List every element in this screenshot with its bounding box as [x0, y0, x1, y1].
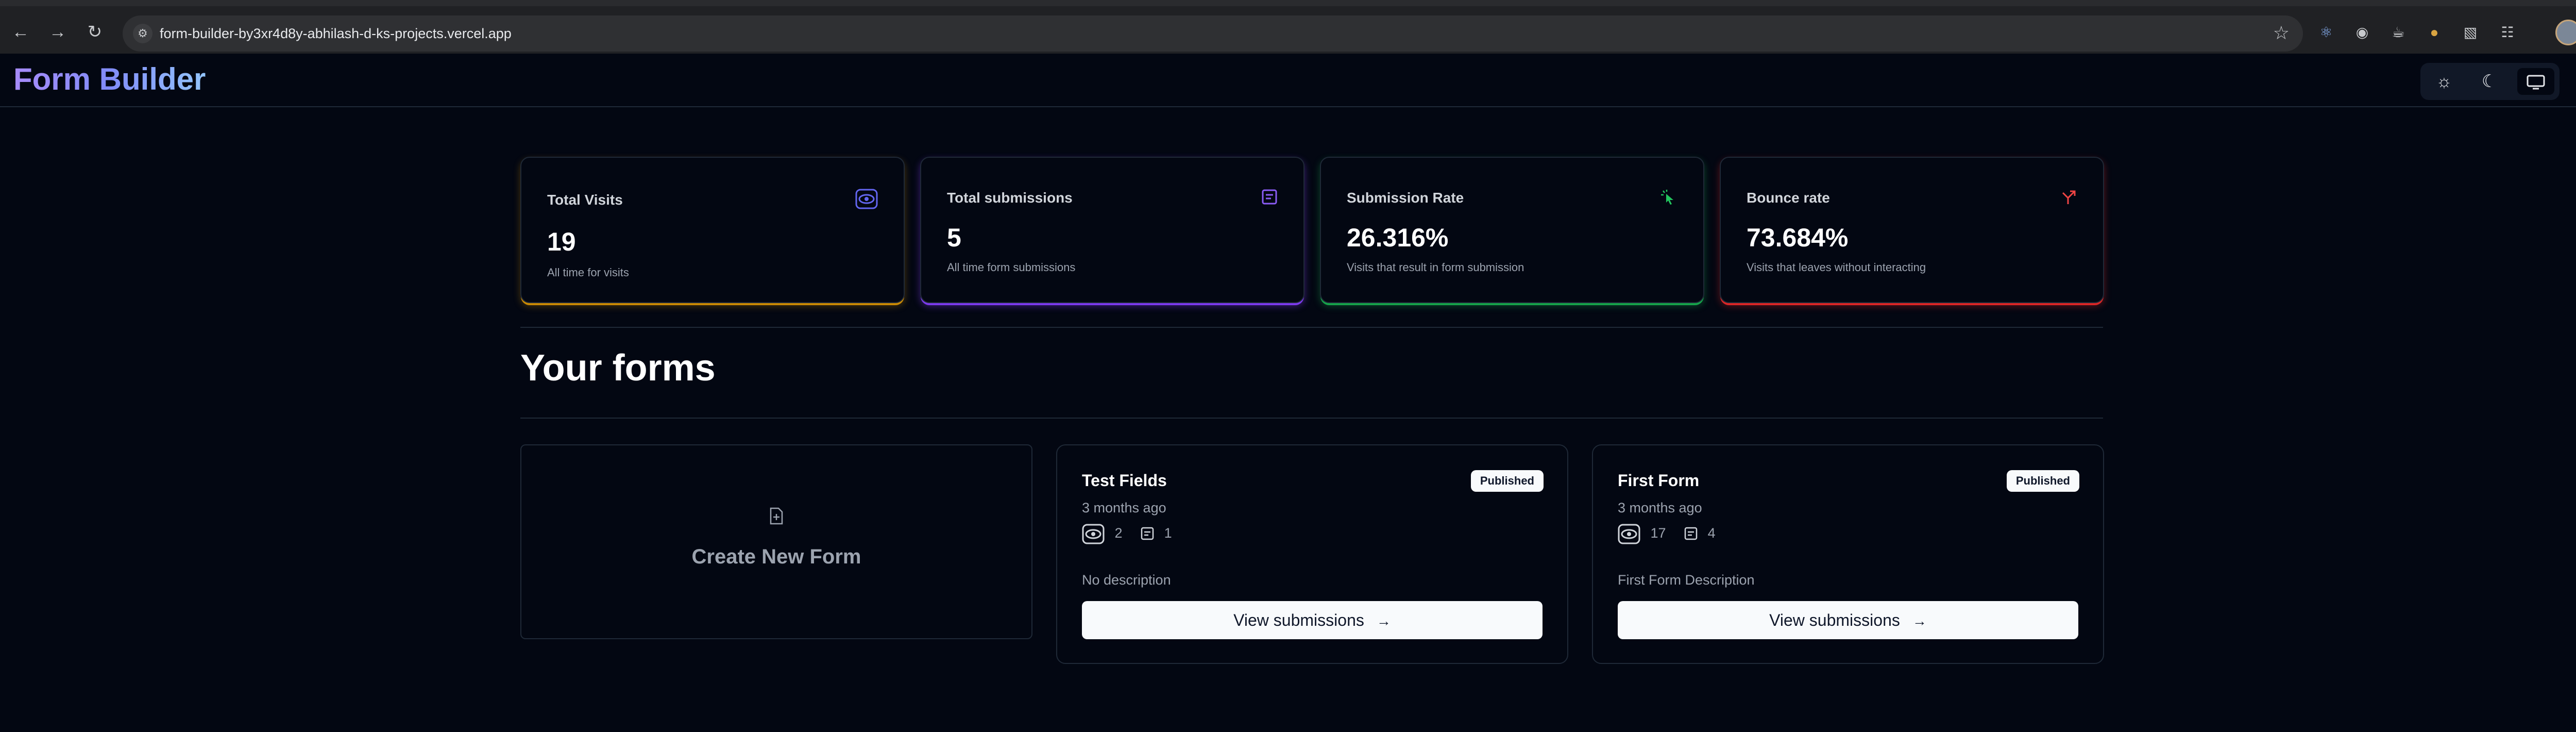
app-logo-title[interactable]: Form Builder — [13, 61, 206, 98]
stat-card-bounce-rate: Bounce rate 73.684% Visits that leaves w… — [1720, 157, 2104, 303]
form-name: Test Fields — [1082, 471, 1167, 490]
stat-value: 26.316% — [1347, 223, 1449, 252]
form-card-first-form: First Form Published 3 months ago 17 4 F… — [1592, 444, 2104, 664]
stat-description: All time form submissions — [947, 261, 1076, 274]
browser-profile-icon[interactable] — [2555, 20, 2576, 45]
visits-count: 2 — [1114, 525, 1123, 541]
reload-icon[interactable]: ↻ — [83, 21, 106, 43]
react-devtools-icon[interactable]: ⚛ — [2315, 22, 2337, 43]
view-submissions-label: View submissions — [1233, 611, 1364, 629]
create-new-form-label: Create New Form — [691, 545, 861, 568]
form-icon — [1141, 522, 1154, 544]
stat-description: All time for visits — [547, 266, 629, 279]
form-stats: 2 1 — [1082, 521, 1172, 544]
site-info-icon[interactable]: ⚙ — [133, 24, 152, 43]
stat-title: Total submissions — [947, 190, 1073, 206]
status-badge: Published — [1470, 470, 1544, 492]
form-description: First Form Description — [1618, 572, 1755, 588]
extension-circle-icon[interactable]: ◉ — [2351, 22, 2373, 43]
view-submissions-button[interactable]: View submissions → — [1618, 601, 2078, 639]
form-icon — [1684, 522, 1698, 544]
eye-icon — [855, 189, 878, 214]
visits-count: 17 — [1650, 525, 1666, 541]
stat-card-total-visits: Total Visits 19 All time for visits — [520, 157, 905, 303]
eye-icon — [1618, 522, 1640, 544]
status-badge: Published — [2006, 470, 2079, 492]
address-bar[interactable]: ⚙ form-builder-by3xr4d8y-abhilash-d-ks-p… — [123, 15, 2303, 52]
browser-toolbar: ← → ↻ ⚙ form-builder-by3xr4d8y-abhilash-… — [0, 0, 2576, 54]
bookmark-star-icon[interactable]: ☆ — [2273, 22, 2290, 44]
light-theme-sun-icon[interactable]: ☼ — [2426, 68, 2463, 95]
form-card-test-fields: Test Fields Published 3 months ago 2 1 N… — [1056, 444, 1568, 664]
system-theme-monitor-icon[interactable] — [2517, 68, 2554, 95]
section-divider — [520, 327, 2103, 328]
view-submissions-label: View submissions — [1769, 611, 1900, 629]
dark-theme-moon-icon[interactable]: ☾ — [2471, 68, 2508, 95]
form-name: First Form — [1618, 471, 1700, 490]
theme-switcher: ☼ ☾ — [2420, 63, 2560, 100]
app-header: Form Builder ☼ ☾ — [0, 54, 2576, 107]
stat-title: Submission Rate — [1347, 190, 1464, 206]
form-created-date: 3 months ago — [1618, 500, 1702, 515]
stat-description: Visits that result in form submission — [1347, 261, 1524, 274]
view-submissions-button[interactable]: View submissions → — [1082, 601, 1543, 639]
page-title: Your forms — [520, 347, 716, 389]
split-icon — [2060, 189, 2077, 211]
form-icon — [1261, 189, 1278, 210]
forward-arrow-icon[interactable]: → — [46, 21, 69, 43]
form-description: No description — [1082, 572, 1171, 588]
arrow-right-icon: → — [1912, 613, 1927, 629]
stat-value: 5 — [947, 223, 961, 252]
extension-bracket-icon[interactable]: ▧ — [2460, 22, 2481, 43]
pointer-icon — [1660, 189, 1677, 211]
arrow-right-icon: → — [1376, 613, 1391, 629]
section-divider — [520, 418, 2103, 419]
stat-value: 73.684% — [1747, 223, 1849, 252]
create-new-form-button[interactable]: Create New Form — [520, 444, 1032, 639]
submissions-count: 4 — [1707, 525, 1716, 541]
form-stats: 17 4 — [1618, 521, 1716, 544]
url-text[interactable]: form-builder-by3xr4d8y-abhilash-d-ks-pro… — [160, 24, 512, 43]
file-plus-icon — [521, 507, 1031, 529]
stat-card-total-submissions: Total submissions 5 All time form submis… — [920, 157, 1304, 303]
extension-cup-icon[interactable]: ☕ — [2387, 22, 2409, 43]
stat-value: 19 — [547, 227, 576, 256]
cookie-icon[interactable]: ● — [2424, 22, 2445, 43]
stat-title: Total Visits — [547, 192, 623, 208]
eye-icon — [1082, 522, 1105, 544]
back-arrow-icon[interactable]: ← — [9, 21, 32, 43]
stat-description: Visits that leaves without interacting — [1747, 261, 1926, 274]
extensions-puzzle-icon[interactable]: ☷ — [2497, 22, 2518, 43]
stat-card-submission-rate: Submission Rate 26.316% Visits that resu… — [1320, 157, 1704, 303]
form-created-date: 3 months ago — [1082, 500, 1166, 515]
submissions-count: 1 — [1164, 525, 1172, 541]
stat-title: Bounce rate — [1747, 190, 1830, 206]
